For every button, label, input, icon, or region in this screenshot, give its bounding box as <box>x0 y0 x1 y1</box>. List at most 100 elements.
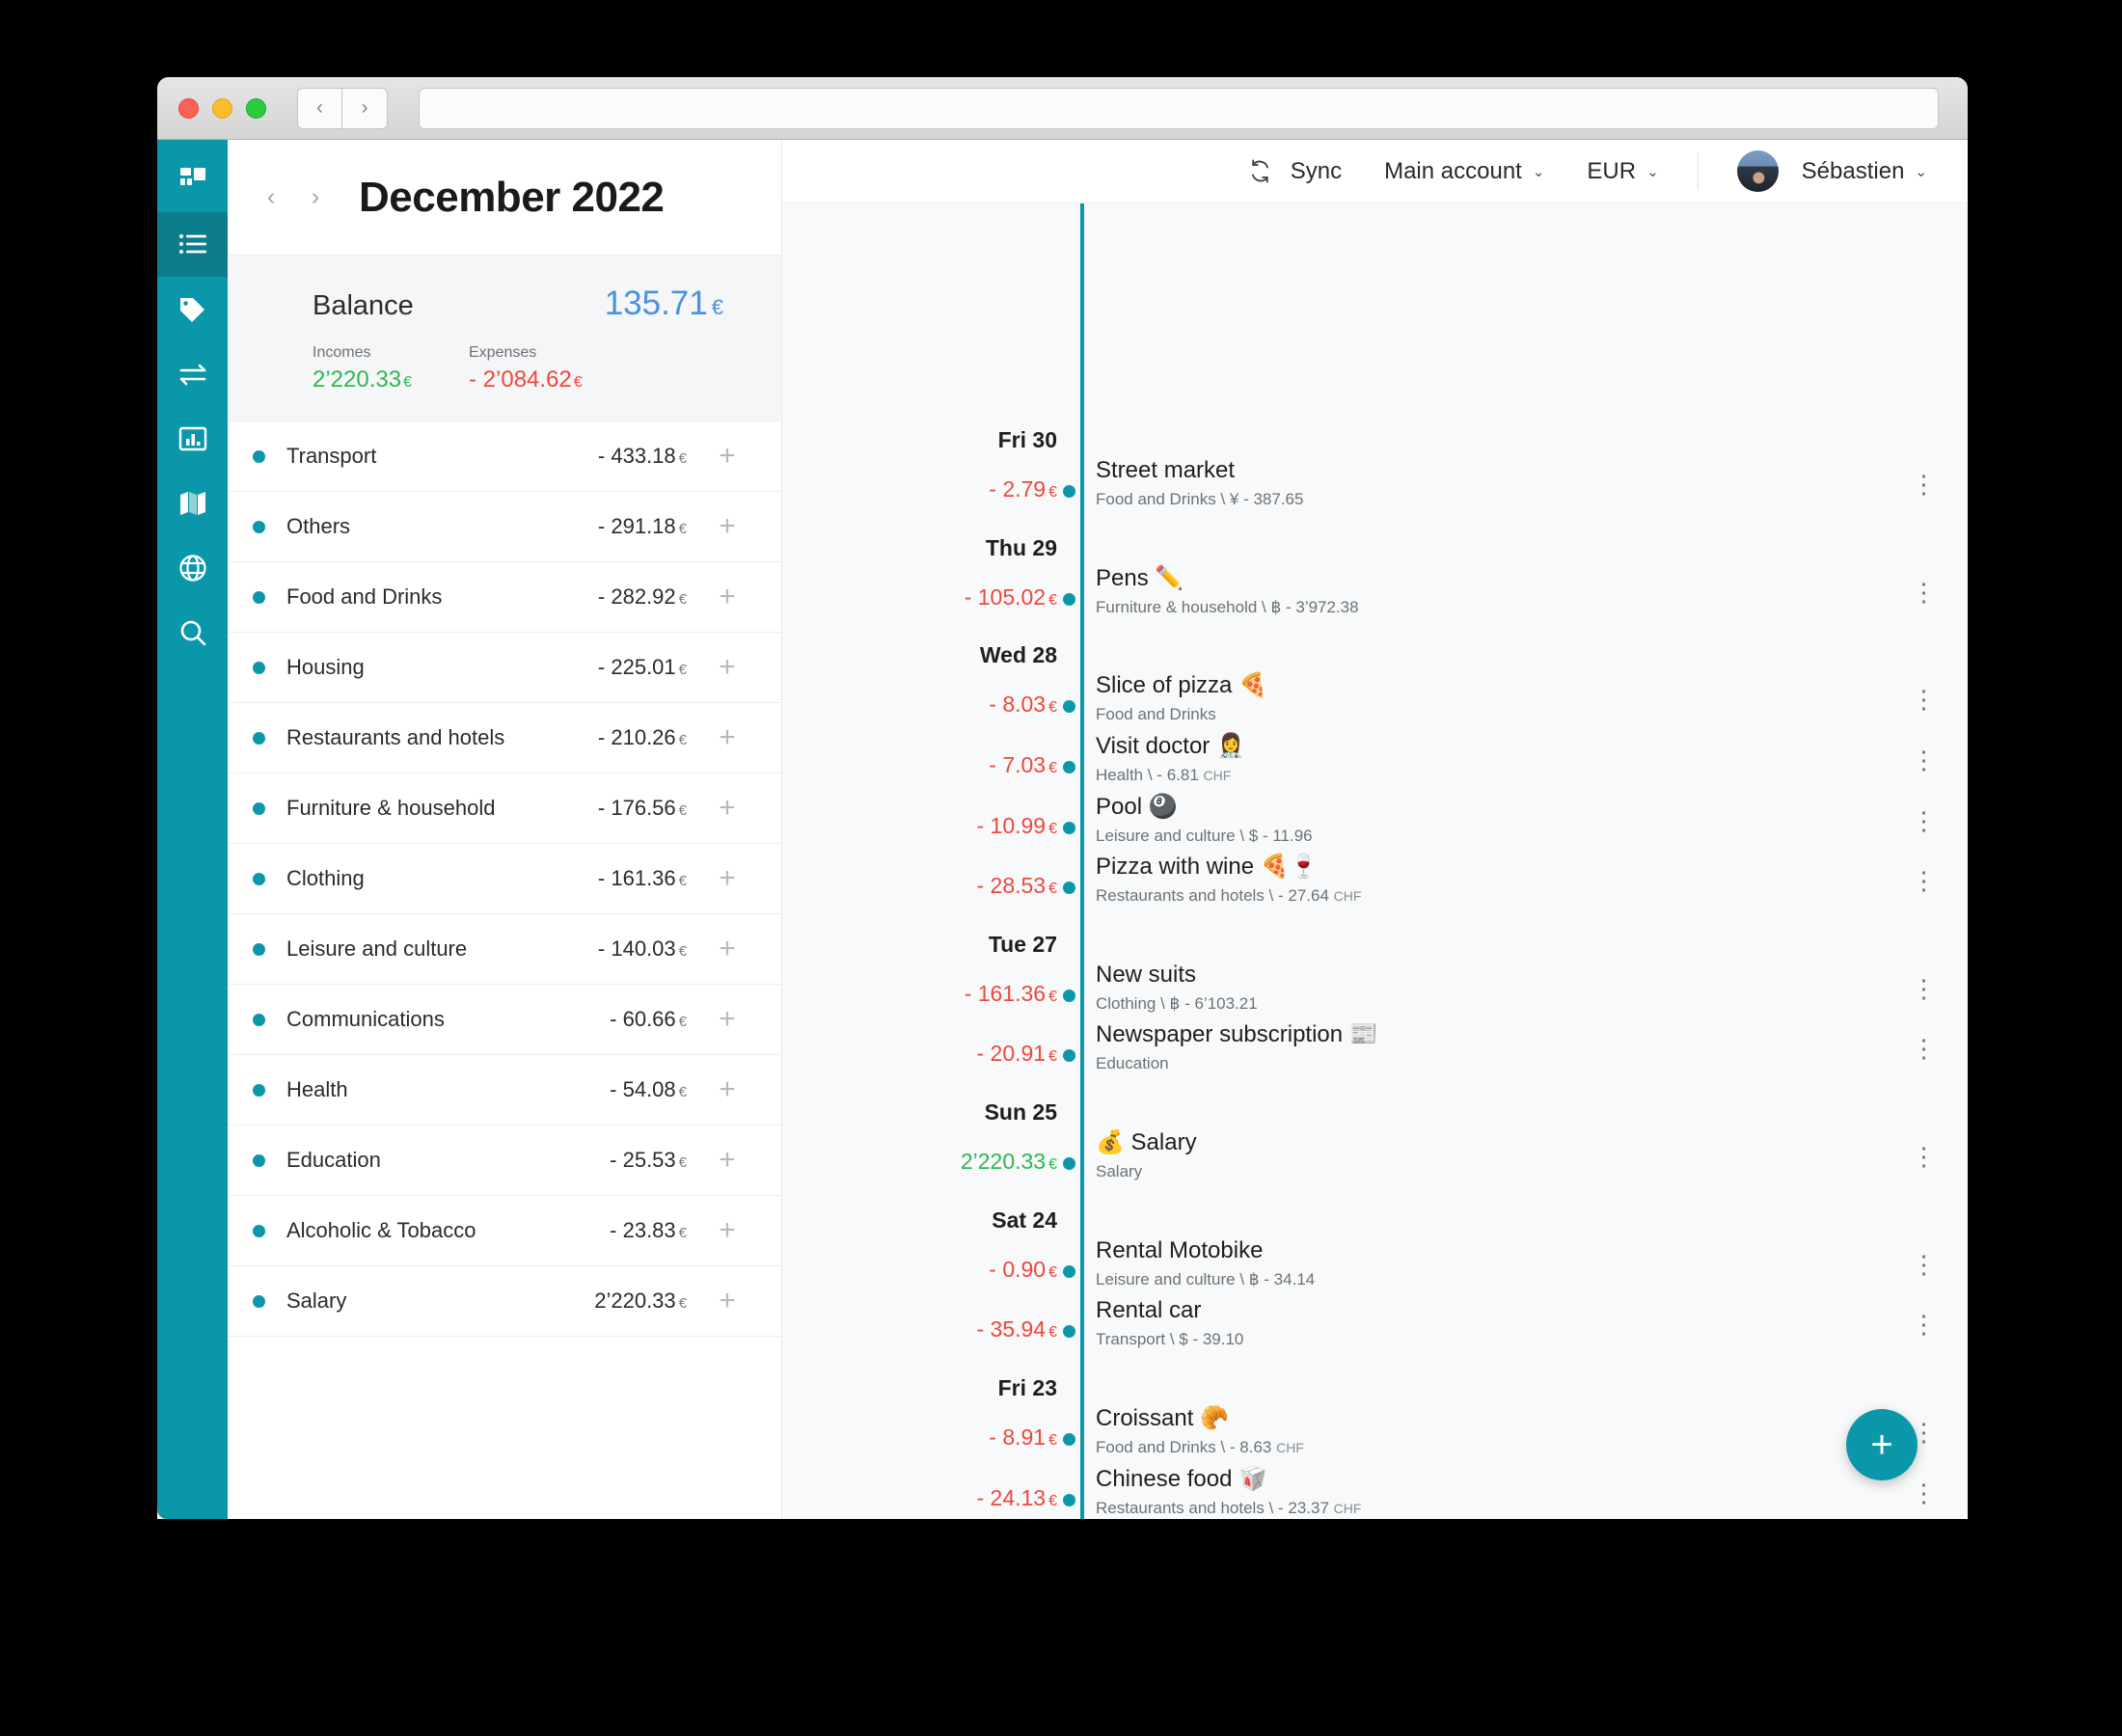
sidebar-item-map[interactable] <box>157 471 228 535</box>
transaction-menu-button[interactable]: ⋮ <box>1881 960 1968 1003</box>
add-to-category-button[interactable]: + <box>708 581 747 613</box>
transaction-row[interactable]: 2’220.33 € 💰 Salary Salary ⋮ <box>782 1127 1968 1181</box>
add-to-category-button[interactable]: + <box>708 1285 747 1317</box>
expenses-currency: € <box>573 374 583 391</box>
category-currency: € <box>678 1225 687 1241</box>
sidebar-item-travel[interactable] <box>157 535 228 600</box>
add-to-category-button[interactable]: + <box>708 1073 747 1106</box>
transaction-currency-code: CHF <box>1203 768 1232 784</box>
category-row[interactable]: Housing - 225.01 € + <box>228 633 781 703</box>
category-amount: - 54.08 € <box>610 1077 687 1102</box>
add-transaction-button[interactable]: + <box>1846 1409 1918 1480</box>
transaction-row[interactable]: - 8.03 € Slice of pizza 🍕 Food and Drinks ⋮ <box>782 670 1968 724</box>
category-amount: - 161.36 € <box>598 866 687 891</box>
forward-button[interactable]: › <box>342 87 388 129</box>
transaction-subtitle: Leisure and culture \ $ - 11.96 <box>1096 827 1881 846</box>
category-row[interactable]: Health - 54.08 € + <box>228 1055 781 1126</box>
category-row[interactable]: Others - 291.18 € + <box>228 492 781 562</box>
category-amount-value: - 210.26 <box>597 725 676 749</box>
category-row[interactable]: Clothing - 161.36 € + <box>228 844 781 914</box>
transaction-row[interactable]: - 7.03 € Visit doctor 👩‍⚕️ Health \ - 6.81 … <box>782 731 1968 785</box>
category-row[interactable]: Education - 25.53 € + <box>228 1126 781 1196</box>
transaction-menu-button[interactable]: ⋮ <box>1881 852 1968 893</box>
transaction-menu-button[interactable]: ⋮ <box>1881 731 1968 773</box>
category-row[interactable]: Food and Drinks - 282.92 € + <box>228 562 781 633</box>
kebab-menu-icon: ⋮ <box>1911 974 1938 1003</box>
transaction-row[interactable]: - 8.91 € Croissant 🥐 Food and Drinks \ - 8.… <box>782 1403 1968 1457</box>
transaction-menu-button[interactable]: ⋮ <box>1881 1295 1968 1337</box>
transaction-row[interactable]: - 20.91 € Newspaper subscription 📰 Educatio… <box>782 1019 1968 1073</box>
add-to-category-button[interactable]: + <box>708 651 747 684</box>
transaction-amount: - 28.53 € <box>782 852 1057 899</box>
add-to-category-button[interactable]: + <box>708 1144 747 1177</box>
category-row[interactable]: Communications - 60.66 € + <box>228 985 781 1055</box>
transaction-amount: - 0.90 € <box>782 1235 1057 1283</box>
address-bar-input[interactable] <box>419 87 1939 129</box>
transaction-row[interactable]: - 24.13 € Chinese food 🥡 Restaurants and ho… <box>782 1464 1968 1518</box>
account-selector[interactable]: Main account ⌄ <box>1384 158 1544 185</box>
category-name: Furniture & household <box>286 796 496 820</box>
maximize-button-icon[interactable] <box>246 97 266 119</box>
category-row[interactable]: Transport - 433.18 € + <box>228 421 781 492</box>
back-button[interactable]: ‹ <box>297 87 342 129</box>
category-color-dot <box>253 1083 265 1097</box>
transaction-row[interactable]: - 161.36 € New suits Clothing \ ฿ - 6’103.2… <box>782 960 1968 1014</box>
day-header: Sat 24 <box>992 1207 1057 1233</box>
transaction-menu-button[interactable]: ⋮ <box>1881 455 1968 497</box>
transaction-row[interactable]: - 105.02 € Pens ✏️ Furniture & household \ … <box>782 563 1968 617</box>
add-to-category-button[interactable]: + <box>708 1214 747 1247</box>
sync-button[interactable]: Sync <box>1247 158 1342 185</box>
sidebar-item-reports[interactable] <box>157 406 228 471</box>
category-row[interactable]: Salary 2’220.33 € + <box>228 1266 781 1337</box>
transaction-menu-button[interactable]: ⋮ <box>1881 1235 1968 1277</box>
transaction-menu-button[interactable]: ⋮ <box>1881 563 1968 605</box>
sidebar-item-categories[interactable] <box>157 277 228 341</box>
category-amount-value: - 140.03 <box>597 936 676 961</box>
category-amount: - 433.18 € <box>598 444 687 469</box>
transaction-menu-button[interactable]: ⋮ <box>1881 792 1968 833</box>
transaction-row[interactable]: - 28.53 € Pizza with wine 🍕🍷 Restaurants an… <box>782 852 1968 906</box>
category-amount-value: - 282.92 <box>597 584 676 609</box>
transaction-menu-button[interactable]: ⋮ <box>1881 1127 1968 1169</box>
transaction-amount: - 8.03 € <box>782 670 1057 718</box>
sidebar-item-transfers[interactable] <box>157 341 228 406</box>
chart-icon <box>178 425 207 452</box>
user-menu[interactable]: Sébastien ⌄ <box>1802 158 1927 185</box>
transaction-row[interactable]: - 2.79 € Street market Food and Drinks \ ¥ … <box>782 455 1968 509</box>
sidebar-item-dashboard[interactable] <box>157 148 228 212</box>
category-amount-value: - 225.01 <box>597 655 676 679</box>
add-to-category-button[interactable]: + <box>708 862 747 895</box>
category-currency: € <box>678 1084 687 1100</box>
transaction-currency: € <box>1048 881 1057 897</box>
transaction-row[interactable]: - 10.99 € Pool 🎱 Leisure and culture \ $ - … <box>782 792 1968 846</box>
main-content: ‹ › December 2022 Balance 135.71 € Income… <box>228 140 1968 1519</box>
add-to-category-button[interactable]: + <box>708 1003 747 1036</box>
previous-month-button[interactable]: ‹ <box>249 176 293 220</box>
next-month-button[interactable]: › <box>293 176 338 220</box>
timeline-dot <box>1057 852 1080 894</box>
expenses-amount: - 2’084.62 <box>469 366 572 393</box>
currency-selector[interactable]: EUR ⌄ <box>1587 158 1658 185</box>
minimize-button-icon[interactable] <box>212 97 232 119</box>
add-to-category-button[interactable]: + <box>708 933 747 965</box>
add-to-category-button[interactable]: + <box>708 792 747 825</box>
category-row[interactable]: Leisure and culture - 140.03 € + <box>228 914 781 985</box>
add-to-category-button[interactable]: + <box>708 440 747 473</box>
avatar[interactable] <box>1736 150 1779 192</box>
category-row[interactable]: Furniture & household - 176.56 € + <box>228 773 781 844</box>
transaction-menu-button[interactable]: ⋮ <box>1881 1019 1968 1061</box>
transaction-title: Rental Motobike <box>1096 1237 1264 1263</box>
add-to-category-button[interactable]: + <box>708 721 747 754</box>
transaction-menu-button[interactable]: ⋮ <box>1881 670 1968 712</box>
category-color-dot <box>253 1153 265 1167</box>
add-to-category-button[interactable]: + <box>708 510 747 543</box>
transaction-body: Newspaper subscription 📰 Education <box>1080 1019 1881 1073</box>
sidebar-item-transactions[interactable] <box>157 212 228 277</box>
transaction-row[interactable]: - 0.90 € Rental Motobike Leisure and cultur… <box>782 1235 1968 1289</box>
close-button-icon[interactable] <box>178 97 199 119</box>
transaction-currency-code: CHF <box>1333 1501 1362 1517</box>
transaction-row[interactable]: - 35.94 € Rental car Transport \ $ - 39.10 … <box>782 1295 1968 1349</box>
sidebar-item-search[interactable] <box>157 600 228 665</box>
category-row[interactable]: Alcoholic & Tobacco - 23.83 € + <box>228 1196 781 1266</box>
category-row[interactable]: Restaurants and hotels - 210.26 € + <box>228 703 781 773</box>
